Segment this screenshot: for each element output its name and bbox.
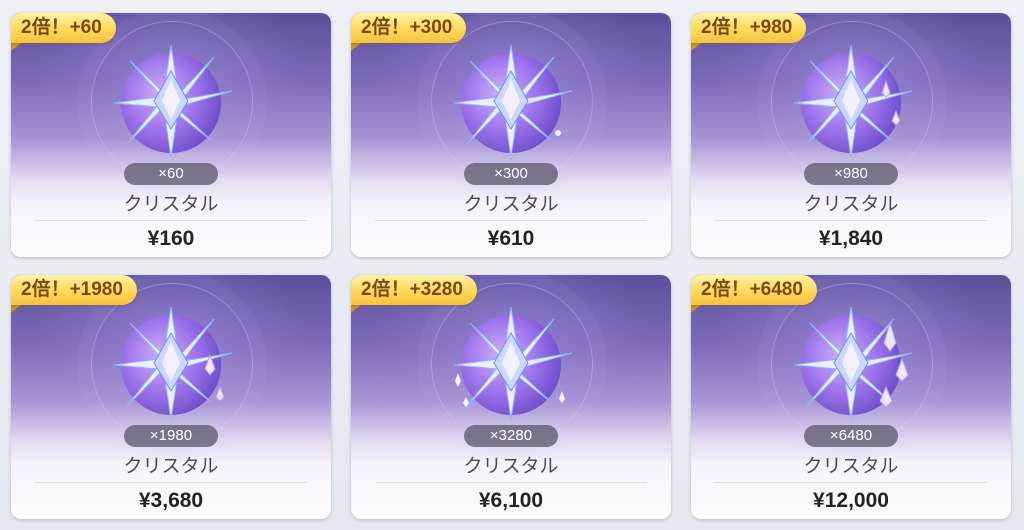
bonus-badge: 2倍！+1980 [11,275,137,305]
badge-tail [11,43,21,51]
divider [375,220,647,221]
crystal-shop-grid: 2倍！+60 ×60 クリスタル ¥160 2倍！+300 ×300 クリスタル… [0,0,1024,530]
crystal-icon [793,44,913,158]
price-label: ¥160 [147,227,195,250]
price-label: ¥12,000 [813,489,889,512]
bonus-badge: 2倍！+980 [691,13,807,43]
badge-tail [351,43,361,51]
price-label: ¥3,680 [138,489,204,512]
badge-tail [691,43,701,51]
product-card-0[interactable]: 2倍！+60 ×60 クリスタル ¥160 [11,13,331,257]
divider [35,220,307,221]
product-name: クリスタル [463,193,559,215]
crystal-icon [113,306,233,420]
badge-tail [351,305,361,313]
bonus-badge: 2倍！+60 [11,13,116,43]
divider [35,482,307,483]
crystal-icon [453,44,573,158]
crystal-icon [793,306,913,420]
badge-tail [691,305,701,313]
product-card-3[interactable]: 2倍！+1980 ×1980 クリスタル ¥3,680 [11,275,331,519]
badge-tail [11,305,21,313]
divider [715,220,987,221]
bonus-badge: 2倍！+3280 [351,275,477,305]
quantity-pill: ×3280 [464,425,558,447]
price-label: ¥610 [487,227,535,250]
product-card-5[interactable]: 2倍！+6480 ×6480 クリスタル ¥12,000 [691,275,1011,519]
price-label: ¥1,840 [818,227,884,250]
product-card-2[interactable]: 2倍！+980 ×980 クリスタル ¥1,840 [691,13,1011,257]
product-name: クリスタル [463,455,559,477]
product-card-1[interactable]: 2倍！+300 ×300 クリスタル ¥610 [351,13,671,257]
product-name: クリスタル [123,193,219,215]
quantity-pill: ×60 [124,163,218,185]
bonus-badge: 2倍！+300 [351,13,467,43]
product-name: クリスタル [803,455,899,477]
crystal-icon [453,306,573,420]
quantity-pill: ×1980 [124,425,218,447]
quantity-pill: ×6480 [804,425,898,447]
product-card-4[interactable]: 2倍！+3280 ×3280 クリスタル ¥6,100 [351,275,671,519]
quantity-pill: ×300 [464,163,558,185]
divider [715,482,987,483]
price-label: ¥6,100 [478,489,544,512]
bonus-badge: 2倍！+6480 [691,275,817,305]
product-name: クリスタル [803,193,899,215]
crystal-icon [113,44,233,158]
product-name: クリスタル [123,455,219,477]
divider [375,482,647,483]
quantity-pill: ×980 [804,163,898,185]
